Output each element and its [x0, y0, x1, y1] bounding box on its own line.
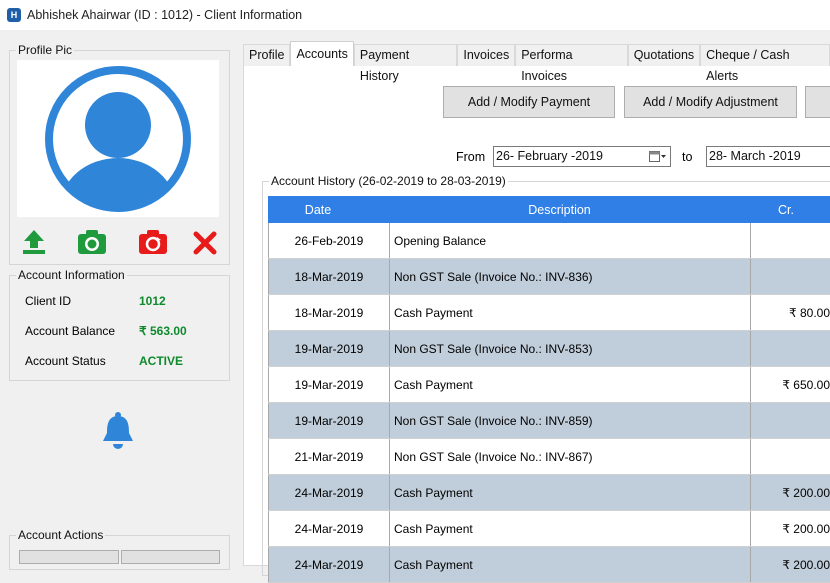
- account-info-label: Account Information: [18, 268, 125, 282]
- cell-description: Non GST Sale (Invoice No.: INV-836): [390, 259, 751, 294]
- account-status-label: Account Status: [25, 354, 106, 368]
- table-row[interactable]: 19-Mar-2019 Non GST Sale (Invoice No.: IN…: [268, 403, 830, 439]
- tab-quotations[interactable]: Quotations: [627, 44, 701, 66]
- cell-cr: ₹ 80.00: [789, 305, 830, 320]
- add-modify-adjustment-button[interactable]: Add / Modify Adjustment: [624, 86, 797, 118]
- cell-date: 21-Mar-2019: [268, 439, 390, 474]
- refresh-icon[interactable]: [138, 228, 167, 256]
- cell-date: 19-Mar-2019: [268, 403, 390, 438]
- action-button-2[interactable]: [121, 550, 220, 564]
- cell-description: Non GST Sale (Invoice No.: INV-853): [390, 331, 751, 366]
- cell-description: Opening Balance: [390, 223, 751, 258]
- account-actions-label: Account Actions: [18, 528, 104, 542]
- tab-profile[interactable]: Profile: [243, 44, 291, 66]
- table-row[interactable]: 24-Mar-2019 Cash Payment ₹ 200.00: [268, 475, 830, 511]
- extra-button[interactable]: [805, 86, 830, 118]
- profile-pic-label: Profile Pic: [18, 43, 73, 57]
- from-date-picker[interactable]: 26- February -2019: [493, 146, 671, 167]
- table-row[interactable]: 18-Mar-2019 Non GST Sale (Invoice No.: IN…: [268, 259, 830, 295]
- table-row[interactable]: 21-Mar-2019 Non GST Sale (Invoice No.: IN…: [268, 439, 830, 475]
- account-status-value: ACTIVE: [139, 354, 184, 368]
- cell-cr: [751, 403, 830, 438]
- action-button-1[interactable]: [19, 550, 119, 564]
- column-header-date[interactable]: Date: [268, 196, 368, 223]
- from-label: From: [456, 150, 486, 164]
- tab-accounts[interactable]: Accounts: [290, 41, 354, 66]
- cell-description: Cash Payment: [390, 511, 751, 546]
- tab-cheque-cash-alerts[interactable]: Cheque / Cash Alerts: [700, 44, 830, 83]
- table-row[interactable]: 24-Mar-2019 Cash Payment ₹ 200.00: [268, 547, 830, 583]
- bell-icon[interactable]: [101, 411, 135, 454]
- cell-description: Cash Payment: [390, 475, 751, 510]
- tab-invoices[interactable]: Invoices: [457, 44, 516, 66]
- cell-description: Cash Payment: [390, 547, 751, 582]
- table-row[interactable]: 26-Feb-2019 Opening Balance: [268, 223, 830, 259]
- upload-icon[interactable]: [20, 228, 48, 256]
- add-modify-payment-button[interactable]: Add / Modify Payment: [443, 86, 615, 118]
- calendar-dropdown-icon[interactable]: [649, 150, 667, 163]
- title-bar: H Abhishek Ahairwar (ID : 1012) - Client…: [0, 0, 830, 30]
- cell-cr: [751, 439, 830, 474]
- account-history-table: Date Description Cr. 26-Feb-2019 Opening …: [268, 196, 830, 583]
- app-icon: H: [7, 8, 21, 22]
- cell-description: Non GST Sale (Invoice No.: INV-859): [390, 403, 751, 438]
- delete-icon[interactable]: [193, 228, 221, 256]
- client-id-label: Client ID: [25, 294, 72, 308]
- cell-date: 19-Mar-2019: [268, 367, 390, 402]
- cell-date: 19-Mar-2019: [268, 331, 390, 366]
- column-header-cr[interactable]: Cr.: [751, 196, 830, 223]
- cell-description: Cash Payment: [390, 295, 751, 330]
- column-header-description[interactable]: Description: [368, 196, 751, 223]
- table-row[interactable]: 24-Mar-2019 Cash Payment ₹ 200.00: [268, 511, 830, 547]
- window-title: Abhishek Ahairwar (ID : 1012) - Client I…: [27, 8, 303, 22]
- to-date-picker[interactable]: 28- March -2019: [706, 146, 830, 167]
- cell-date: 18-Mar-2019: [268, 259, 390, 294]
- cell-date: 18-Mar-2019: [268, 295, 390, 330]
- account-history-label: Account History (26-02-2019 to 28-03-201…: [271, 174, 506, 188]
- cell-cr: [751, 259, 830, 294]
- cell-cr: ₹ 200.00: [782, 557, 830, 572]
- table-row[interactable]: 19-Mar-2019 Non GST Sale (Invoice No.: IN…: [268, 331, 830, 367]
- cell-description: Non GST Sale (Invoice No.: INV-867): [390, 439, 751, 474]
- to-date-value: 28- March -2019: [709, 149, 801, 163]
- to-label: to: [682, 150, 693, 164]
- camera-icon[interactable]: [77, 228, 106, 256]
- tab-performa-invoices[interactable]: Performa Invoices: [515, 44, 628, 83]
- account-balance-value: ₹ 563.00: [139, 324, 187, 338]
- cell-date: 24-Mar-2019: [268, 511, 390, 546]
- from-date-value: 26- February -2019: [496, 149, 604, 163]
- cell-description: Cash Payment: [390, 367, 751, 402]
- cell-cr: [751, 223, 830, 258]
- cell-date: 26-Feb-2019: [268, 223, 390, 258]
- cell-cr: ₹ 200.00: [782, 485, 830, 500]
- cell-cr: ₹ 650.00: [782, 377, 830, 392]
- cell-cr: ₹ 200.00: [782, 521, 830, 536]
- cell-date: 24-Mar-2019: [268, 547, 390, 582]
- cell-date: 24-Mar-2019: [268, 475, 390, 510]
- table-row[interactable]: 19-Mar-2019 Cash Payment ₹ 650.00: [268, 367, 830, 403]
- tab-bar: Profile Accounts Payment History Invoice…: [243, 41, 830, 83]
- table-row[interactable]: 18-Mar-2019 Cash Payment ₹ 80.00: [268, 295, 830, 331]
- account-balance-label: Account Balance: [25, 324, 116, 338]
- client-id-value: 1012: [139, 294, 166, 308]
- profile-picture: [17, 60, 219, 217]
- tab-payment-history[interactable]: Payment History: [353, 44, 458, 83]
- cell-cr: [751, 331, 830, 366]
- avatar-icon: [45, 66, 191, 212]
- table-header: Date Description Cr.: [268, 196, 830, 223]
